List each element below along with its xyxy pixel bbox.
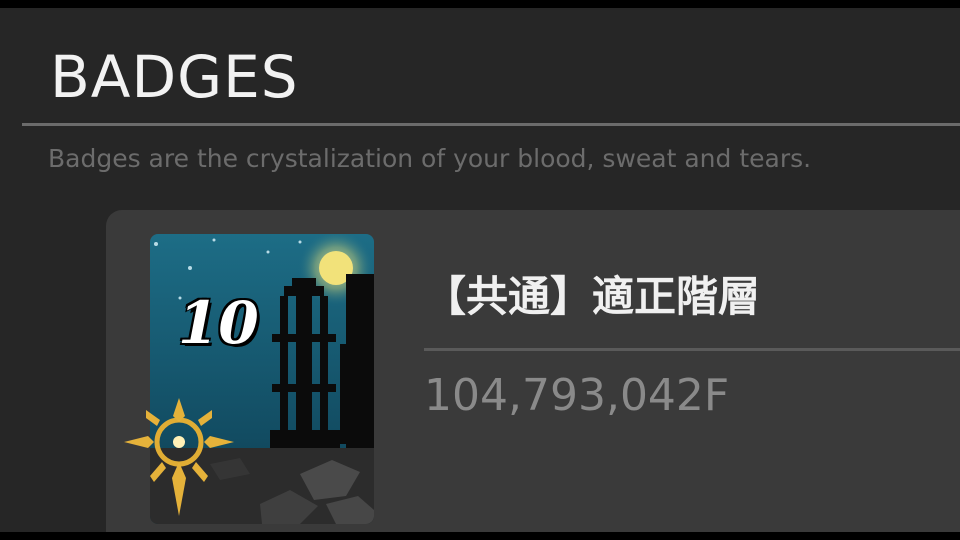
badge-level: 10 (178, 289, 259, 357)
badge-divider (424, 348, 960, 351)
badges-screen: BADGES Badges are the crystalization of … (0, 8, 960, 532)
badge-name: 【共通】適正階層 (424, 272, 761, 321)
badge-level-label: 10 (178, 294, 259, 352)
page-subtitle: Badges are the crystalization of your bl… (48, 144, 812, 173)
badge-value: 104,793,042F (424, 370, 730, 421)
page-title: BADGES (50, 43, 299, 111)
crest-icon (124, 398, 234, 520)
badge-card[interactable]: 10 【共通】適正階層 104,793,042F (106, 210, 960, 532)
title-divider (22, 123, 960, 126)
